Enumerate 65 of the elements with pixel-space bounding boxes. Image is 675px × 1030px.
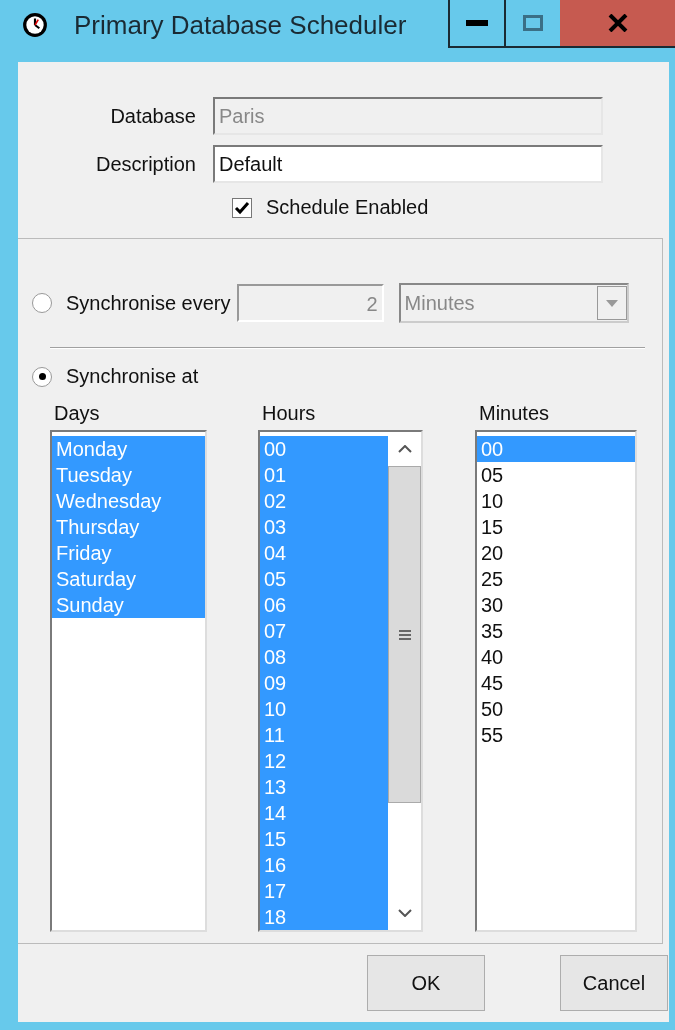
list-item[interactable]: 20 (477, 540, 635, 566)
list-heading: Minutes (479, 402, 551, 426)
list-item[interactable]: 06 (260, 592, 388, 618)
maximize-icon (523, 15, 543, 31)
list-item[interactable]: Sunday (52, 592, 205, 618)
clock-icon (22, 12, 48, 38)
list-item[interactable]: 05 (477, 462, 635, 488)
dropdown-value: Minutes (404, 291, 475, 315)
list-item[interactable]: 04 (260, 540, 388, 566)
list-item[interactable]: 12 (260, 748, 388, 774)
radio-label: Synchronise at (66, 365, 199, 388)
list-item[interactable]: 17 (260, 878, 388, 904)
field-value: Paris (219, 104, 265, 128)
list-item[interactable]: 00 (477, 436, 635, 462)
radio-label: Synchronise every (66, 291, 231, 315)
list-item[interactable]: 35 (477, 618, 635, 644)
window-title: Primary Database Scheduler (74, 9, 407, 41)
list-item[interactable]: 18 (260, 904, 388, 930)
list-item[interactable]: 15 (260, 826, 388, 852)
radio-button[interactable] (32, 366, 52, 387)
list-item[interactable]: 15 (477, 514, 635, 540)
list-heading: Hours (262, 402, 317, 426)
minimize-icon (466, 20, 488, 26)
list-item[interactable]: Monday (52, 436, 205, 462)
list-item[interactable]: Friday (52, 540, 205, 566)
list-item[interactable]: 14 (260, 800, 388, 826)
close-icon (607, 14, 628, 32)
scrollbar-thumb[interactable] (388, 466, 421, 803)
list-item[interactable]: 02 (260, 488, 388, 514)
list-item[interactable]: 09 (260, 670, 388, 696)
list-item[interactable]: 45 (477, 670, 635, 696)
maximize-button[interactable] (504, 0, 560, 48)
list-item[interactable]: 55 (477, 722, 635, 748)
caret-icon (605, 299, 618, 307)
field-value: Default (219, 152, 283, 176)
field-label: Description (94, 152, 197, 176)
list-item[interactable]: 13 (260, 774, 388, 800)
list-item[interactable]: 03 (260, 514, 388, 540)
list-item[interactable]: Wednesday (52, 488, 205, 514)
list-item[interactable]: 25 (477, 566, 635, 592)
list-item[interactable]: 08 (260, 644, 388, 670)
list-item[interactable]: 00 (260, 436, 388, 462)
list-item[interactable]: 05 (260, 566, 388, 592)
list-item[interactable]: Thursday (52, 514, 205, 540)
list-item[interactable]: 07 (260, 618, 388, 644)
list-item[interactable]: 01 (260, 462, 388, 488)
text-field[interactable]: Default (213, 145, 603, 183)
dialog-button[interactable]: Cancel (560, 955, 668, 1011)
list-item[interactable]: 16 (260, 852, 388, 878)
dialog-button[interactable]: OK (367, 955, 485, 1011)
list-item[interactable]: 10 (477, 488, 635, 514)
grip-icon (398, 628, 411, 641)
list-item[interactable]: 30 (477, 592, 635, 618)
checkbox[interactable] (232, 197, 252, 218)
list-item[interactable]: 50 (477, 696, 635, 722)
list-item[interactable]: 10 (260, 696, 388, 722)
list-item[interactable]: 40 (477, 644, 635, 670)
list-heading: Days (54, 402, 101, 426)
list-item[interactable]: Tuesday (52, 462, 205, 488)
close-button[interactable] (560, 0, 675, 48)
checkbox-label: Schedule Enabled (266, 196, 429, 219)
list-item[interactable]: Saturday (52, 566, 205, 592)
minimize-button[interactable] (448, 0, 504, 48)
field-label: Database (109, 104, 197, 128)
list-item[interactable]: 11 (260, 722, 388, 748)
